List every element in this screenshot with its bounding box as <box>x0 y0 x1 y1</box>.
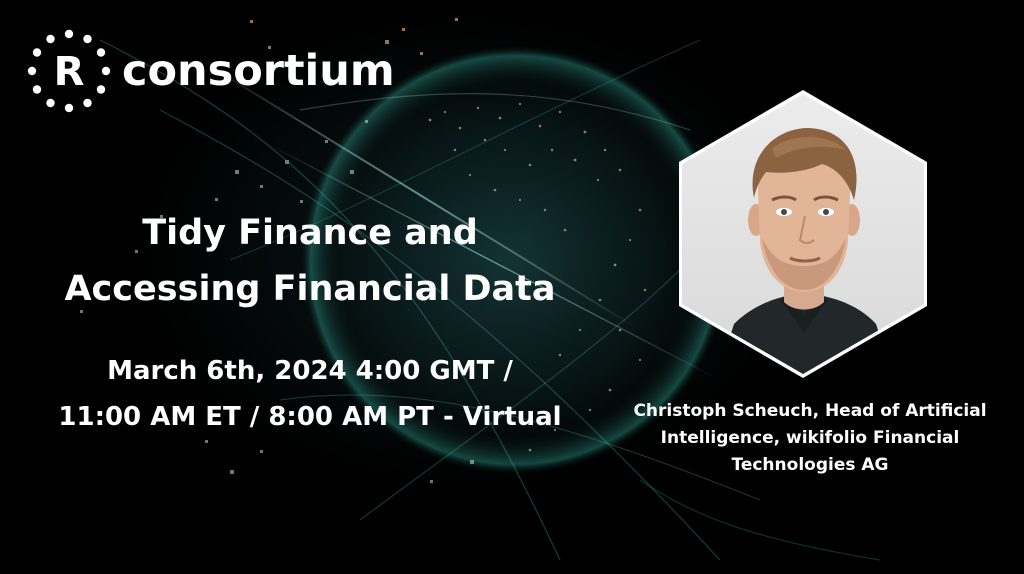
speaker-portrait <box>679 90 927 378</box>
event-banner: R consortium Tidy Finance and Accessing … <box>0 0 1024 574</box>
logo-letter: R <box>54 49 85 95</box>
speaker-caption: Christoph Scheuch, Head of Artificial In… <box>610 398 1010 479</box>
speaker-caption-line: Technologies AG <box>731 455 889 475</box>
event-date-line: 11:00 AM ET / 8:00 AM PT - Virtual <box>58 402 562 432</box>
event-title-line: Tidy Finance and <box>142 213 478 253</box>
event-title-line: Accessing Financial Data <box>64 269 556 309</box>
speaker-caption-line: Christoph Scheuch, Head of Artificial <box>633 401 987 421</box>
event-title: Tidy Finance and Accessing Financial Dat… <box>20 205 600 317</box>
event-date: March 6th, 2024 4:00 GMT / 11:00 AM ET /… <box>10 348 610 440</box>
r-consortium-logo-icon: R <box>27 29 111 113</box>
brand-logo: R consortium <box>26 28 395 114</box>
event-date-line: March 6th, 2024 4:00 GMT / <box>107 356 513 386</box>
brand-name: consortium <box>122 45 395 96</box>
speaker-caption-line: Intelligence, wikifolio Financial <box>660 428 960 448</box>
